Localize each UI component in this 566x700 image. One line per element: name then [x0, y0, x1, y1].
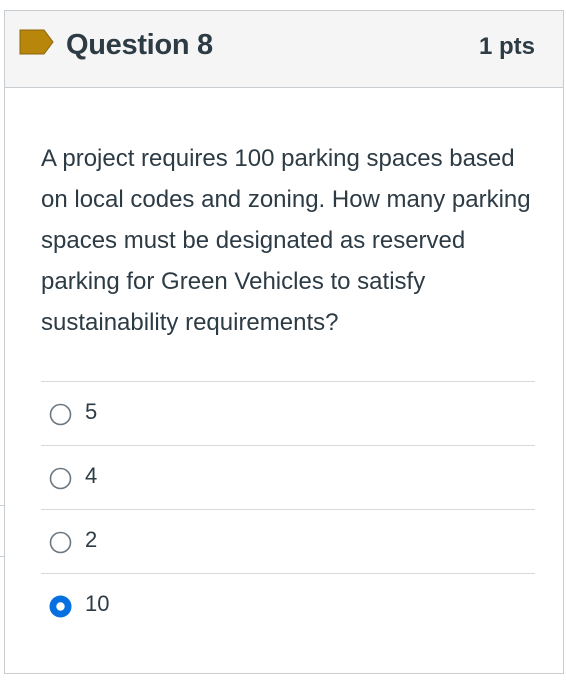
answer-label: 5 — [85, 399, 98, 424]
question-points: 1 pts — [478, 33, 535, 60]
flag-icon[interactable] — [19, 29, 55, 55]
question-title: Question 8 — [66, 29, 213, 61]
answer-label: 10 — [85, 591, 110, 616]
question-card: Question 8 1 pts A project requires 100 … — [4, 10, 564, 674]
radio-unselected-icon[interactable] — [49, 403, 72, 426]
answer-option-2[interactable]: 2 — [41, 509, 535, 573]
answer-option-4[interactable]: 4 — [41, 445, 535, 509]
question-header: Question 8 1 pts — [5, 11, 563, 88]
radio-selected-icon[interactable] — [49, 595, 72, 618]
answer-list: 5 4 2 10 — [41, 381, 535, 637]
radio-unselected-icon[interactable] — [49, 467, 72, 490]
question-text: A project requires 100 parking spaces ba… — [41, 145, 531, 336]
radio-unselected-icon[interactable] — [49, 531, 72, 554]
answer-label: 4 — [85, 463, 98, 488]
answer-label: 2 — [85, 527, 98, 552]
answer-option-10[interactable]: 10 — [41, 573, 535, 637]
answer-option-5[interactable]: 5 — [41, 381, 535, 445]
